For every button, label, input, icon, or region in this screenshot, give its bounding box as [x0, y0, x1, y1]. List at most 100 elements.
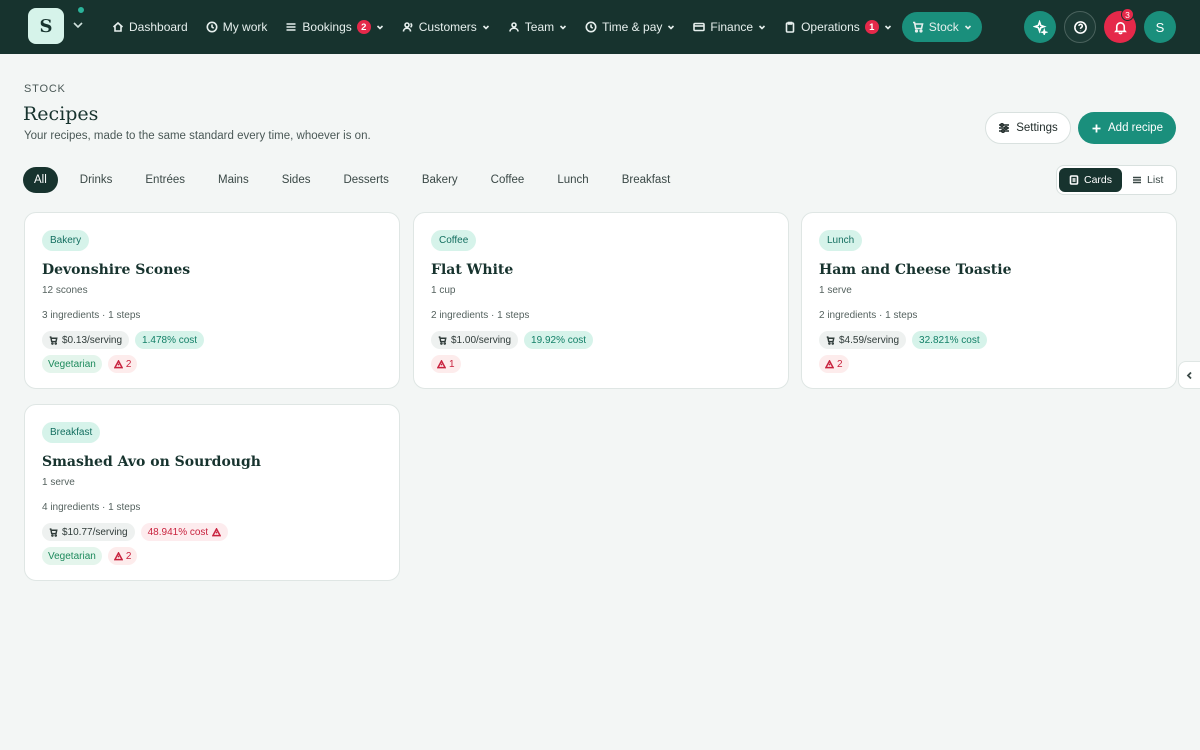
recipe-card[interactable]: Bakery Devonshire Scones 12 scones 3 ing… [24, 212, 400, 389]
recipe-meta: 2 ingredients · 1 steps [431, 310, 530, 321]
warning-count: 1 [449, 358, 455, 370]
nav-my-work[interactable]: My work [198, 12, 276, 42]
view-cards-label: Cards [1084, 174, 1113, 186]
add-recipe-button-label: Add recipe [1108, 122, 1163, 134]
settings-button[interactable]: Settings [985, 112, 1071, 144]
category-badge: Coffee [431, 230, 477, 251]
app-logo[interactable]: S [28, 8, 64, 44]
ai-assistant-button[interactable] [1024, 11, 1056, 43]
add-recipe-button[interactable]: Add recipe [1078, 112, 1176, 144]
cost-per-serving-value: $1.00/serving [451, 334, 512, 346]
recipe-yield: 1 cup [431, 285, 456, 296]
section-eyebrow: STOCK [24, 83, 66, 95]
warning-icon [437, 359, 446, 368]
team-icon [508, 22, 519, 32]
category-filter-bar: All Drinks Entrées Mains Sides Desserts … [23, 167, 692, 193]
nav-customers[interactable]: Customers [394, 12, 498, 42]
recipe-card[interactable]: Coffee Flat White 1 cup 2 ingredients · … [413, 212, 789, 389]
cost-per-serving-pill: $1.00/serving [431, 331, 519, 349]
online-status-dot [77, 6, 85, 14]
page-subtitle: Your recipes, made to the same standard … [24, 130, 371, 142]
warning-count-tag: 2 [107, 547, 138, 565]
nav-my-work-label: My work [222, 20, 268, 34]
vegetarian-tag: Vegetarian [42, 547, 102, 565]
list-icon [1133, 176, 1142, 184]
warning-count: 2 [125, 550, 132, 562]
filter-chip-drinks[interactable]: Drinks [69, 167, 124, 193]
users-icon [402, 22, 413, 32]
warning-icon [825, 359, 834, 368]
filter-chip-entrees[interactable]: Entrées [134, 167, 196, 193]
clock-icon [585, 21, 597, 33]
clipboard-icon [785, 21, 795, 33]
cost-percentage-value: 48.941% cost [147, 526, 209, 538]
side-panel-toggle[interactable] [1178, 361, 1200, 389]
filter-chip-coffee[interactable]: Coffee [480, 167, 536, 193]
filter-chip-lunch[interactable]: Lunch [546, 167, 599, 193]
warning-icon [212, 527, 222, 536]
recipe-card[interactable]: Lunch Ham and Cheese Toastie 1 serve 2 i… [801, 212, 1177, 389]
nav-team[interactable]: Team [500, 12, 575, 42]
chevron-down-icon [964, 25, 971, 30]
nav-bookings[interactable]: Bookings 2 [277, 12, 391, 42]
warning-icon [113, 551, 123, 560]
view-list-button[interactable]: List [1122, 168, 1173, 192]
cost-percentage-pill: 19.92% cost [524, 331, 594, 349]
filter-chip-desserts[interactable]: Desserts [332, 167, 399, 193]
sparkle-icon [1032, 19, 1048, 35]
chevron-down-icon [759, 25, 766, 30]
nav-operations-label: Operations [801, 20, 860, 34]
nav-finance[interactable]: Finance [685, 12, 774, 42]
warning-count-tag: 1 [431, 355, 461, 373]
cost-per-serving-pill: $4.59/serving [819, 331, 907, 349]
bookings-count-badge: 2 [356, 20, 371, 34]
filter-chip-mains[interactable]: Mains [207, 167, 260, 193]
notifications-button[interactable]: 3 [1104, 8, 1136, 43]
chevron-down-icon [668, 25, 675, 30]
chevron-down-icon[interactable] [71, 18, 85, 32]
recipe-card[interactable]: Breakfast Smashed Avo on Sourdough 1 ser… [24, 404, 400, 581]
view-list-label: List [1147, 174, 1164, 186]
filter-chip-all[interactable]: All [23, 167, 58, 193]
chevron-down-icon [376, 25, 383, 30]
nav-finance-label: Finance [710, 20, 754, 34]
category-badge: Bakery [42, 230, 90, 251]
warning-count: 2 [125, 358, 132, 370]
nav-team-label: Team [524, 20, 555, 34]
filter-chip-breakfast[interactable]: Breakfast [611, 167, 682, 193]
filter-chip-sides[interactable]: Sides [271, 167, 322, 193]
nav-stock[interactable]: Stock [901, 12, 982, 42]
nav-dashboard[interactable]: Dashboard [104, 12, 196, 42]
nav-time-pay[interactable]: Time & pay [577, 12, 683, 42]
main-nav: Dashboard My work Bookings 2 Customers T… [104, 12, 984, 42]
nav-operations[interactable]: Operations 1 [776, 12, 900, 42]
user-avatar[interactable]: S [1144, 11, 1176, 43]
nav-customers-label: Customers [418, 20, 477, 34]
nav-bookings-label: Bookings [302, 20, 352, 34]
cost-per-serving-pill: $0.13/serving [42, 331, 130, 349]
settings-button-label: Settings [1016, 122, 1058, 134]
help-icon [1073, 20, 1087, 34]
vegetarian-tag: Vegetarian [42, 355, 102, 373]
recipe-meta: 2 ingredients · 1 steps [819, 310, 918, 321]
cost-per-serving-value: $0.13/serving [62, 334, 123, 346]
recipe-name: Smashed Avo on Sourdough [42, 454, 261, 470]
view-cards-button[interactable]: Cards [1059, 168, 1123, 192]
cards-icon [1069, 175, 1079, 185]
filter-chip-bakery[interactable]: Bakery [411, 167, 469, 193]
plus-icon [1092, 124, 1101, 132]
cost-per-serving-value: $10.77/serving [62, 526, 128, 538]
recipe-name: Devonshire Scones [42, 262, 191, 278]
bell-icon [1113, 21, 1127, 34]
category-badge: Breakfast [42, 422, 101, 443]
help-button[interactable] [1064, 11, 1096, 43]
cart-icon [438, 335, 447, 345]
cost-percentage-pill: 48.941% cost [140, 523, 229, 541]
top-navigation-bar: S Dashboard My work Bookings 2 Customers… [0, 0, 1200, 54]
recipe-meta: 3 ingredients · 1 steps [42, 310, 141, 321]
cost-per-serving-pill: $10.77/serving [42, 523, 135, 541]
category-badge: Lunch [819, 230, 863, 251]
chevron-down-icon [560, 25, 567, 30]
top-actions: 3 S [1024, 8, 1176, 43]
cost-per-serving-value: $4.59/serving [839, 334, 900, 346]
